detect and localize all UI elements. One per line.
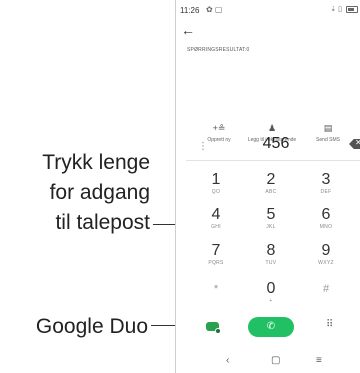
- key-4[interactable]: 4 GHI: [196, 207, 236, 230]
- call-button[interactable]: ✆: [248, 317, 294, 337]
- key-6[interactable]: 6 MNO: [306, 207, 346, 230]
- key-3[interactable]: 3 DEF: [306, 172, 346, 195]
- backspace-glyph: ✕: [355, 139, 360, 147]
- battery-icon: [346, 5, 358, 13]
- annotation-line-3: til talepost: [55, 211, 150, 234]
- key-digit: 0: [266, 280, 276, 297]
- key-0[interactable]: 0 +: [251, 281, 291, 304]
- phone-icon: ✆: [266, 321, 276, 332]
- key-letters: JKL: [266, 224, 276, 230]
- key-digit: 4: [211, 206, 221, 223]
- key-2[interactable]: 2 ABC: [251, 172, 291, 195]
- status-time: 11:26: [180, 6, 200, 15]
- key-1[interactable]: 1 QO: [196, 172, 236, 195]
- search-results-label: SPØRRINGSRESULTAT:0: [187, 47, 250, 53]
- key-star[interactable]: *: [196, 281, 236, 297]
- number-entry: ⋮ 456 ✕: [176, 132, 360, 162]
- dialed-number[interactable]: 456: [236, 135, 316, 153]
- key-letters: ABC: [265, 189, 277, 195]
- key-digit: 1: [211, 171, 221, 188]
- status-system-icons: ⇣ ▯: [330, 5, 358, 13]
- key-digit: 5: [266, 206, 276, 223]
- key-digit: 9: [321, 242, 331, 259]
- nav-recents-icon[interactable]: ≡: [316, 355, 322, 366]
- key-digit: 6: [321, 206, 331, 223]
- entry-divider: [186, 160, 360, 161]
- key-letters: +: [269, 298, 273, 304]
- key-digit: #: [322, 283, 330, 295]
- key-9[interactable]: 9 WXYZ: [306, 243, 346, 266]
- status-notification-icons: ✿ ▢: [206, 5, 223, 14]
- back-arrow-icon[interactable]: ←: [181, 22, 195, 38]
- key-letters: MNO: [319, 224, 333, 230]
- key-letters: WXYZ: [318, 260, 334, 266]
- voicemail-icon: QO: [211, 189, 221, 195]
- duo-annotation: Google Duo: [35, 315, 148, 338]
- annotation-line-2: for adgang: [49, 181, 150, 204]
- key-letters: GHI: [211, 224, 221, 230]
- nav-back-icon[interactable]: ‹: [226, 355, 229, 366]
- phone-screen: 11:26 ✿ ▢ ⇣ ▯ ← SPØRRINGSRESULTAT:0 +≗ O…: [175, 0, 360, 373]
- google-duo-icon[interactable]: [206, 322, 221, 334]
- annotation-line-1: Trykk lenge: [42, 151, 150, 174]
- dialpad-icon[interactable]: ⠿: [326, 319, 333, 330]
- dialer-bottom-bar: ✆ ⠿: [176, 315, 360, 337]
- key-digit: 3: [321, 171, 331, 188]
- key-7[interactable]: 7 PQRS: [196, 243, 236, 266]
- key-digit: 2: [266, 171, 276, 188]
- key-8[interactable]: 8 TUV: [251, 243, 291, 266]
- key-letters: DEF: [320, 189, 332, 195]
- key-letters: PQRS: [208, 260, 224, 266]
- key-digit: 8: [266, 242, 276, 259]
- key-digit: 7: [211, 242, 221, 259]
- more-options-icon[interactable]: ⋮: [198, 141, 208, 152]
- status-bar: 11:26 ✿ ▢ ⇣ ▯: [176, 4, 360, 18]
- voicemail-annotation: Trykk lenge for adgang til talepost: [0, 148, 150, 238]
- key-digit: *: [213, 283, 219, 295]
- key-letters: TUV: [265, 260, 277, 266]
- key-5[interactable]: 5 JKL: [251, 207, 291, 230]
- signal-icon: ⇣ ▯: [330, 6, 343, 13]
- navigation-bar: ‹ ▢ ≡: [176, 348, 360, 373]
- nav-home-icon[interactable]: ▢: [271, 355, 280, 366]
- backspace-icon[interactable]: ✕: [349, 139, 360, 149]
- key-hash[interactable]: #: [306, 281, 346, 297]
